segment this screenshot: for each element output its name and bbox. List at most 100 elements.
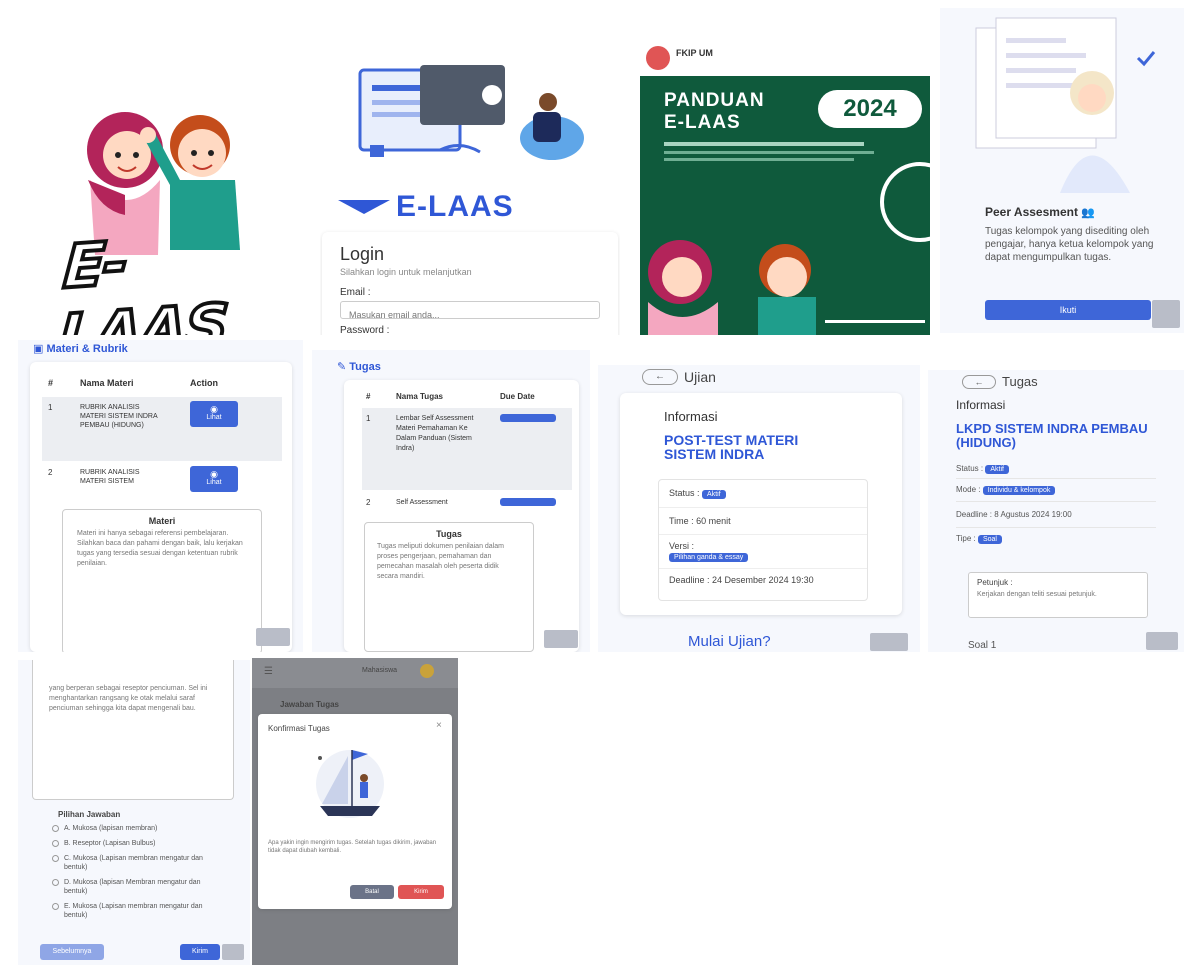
email-field[interactable]: Masukan email anda... bbox=[340, 301, 600, 320]
choice-radio[interactable] bbox=[52, 825, 59, 832]
scroll-top-button[interactable] bbox=[870, 633, 908, 651]
email-placeholder: Masukan email anda... bbox=[349, 310, 440, 320]
table-row: 2 RUBRIK ANALISIS MATERI SISTEM ◉ Lihat bbox=[42, 462, 282, 502]
materi-tile: ▣ Materi & Rubrik # Nama Materi Action 1… bbox=[18, 340, 303, 652]
login-brand-text: E-LAAS bbox=[396, 190, 514, 223]
logo-wordmark: E-LAAS bbox=[54, 226, 230, 335]
deadline-text: Deadline : 8 Agustus 2024 19:00 bbox=[956, 502, 1156, 528]
back-arrow-icon[interactable]: ← bbox=[962, 374, 996, 389]
choice-radio[interactable] bbox=[52, 855, 59, 862]
view-button[interactable]: ◉ Lihat bbox=[190, 466, 238, 492]
peer-join-button[interactable]: Ikuti bbox=[985, 300, 1151, 320]
peer-illustration bbox=[975, 17, 1156, 193]
graduation-cap-icon bbox=[338, 200, 390, 214]
choice-option[interactable]: A. Mukosa (lapisan membran) bbox=[52, 824, 222, 833]
choices-title: Pilihan Jawaban bbox=[58, 810, 121, 819]
materi-note: Materi Materi ini hanya sebagai referens… bbox=[62, 509, 262, 652]
tugas-note: Tugas Tugas meliputi dokumen penilaian d… bbox=[364, 522, 534, 652]
poster-institution: FKIP UM bbox=[676, 48, 713, 58]
modal-message: Apa yakin ingin mengirim tugas. Setelah … bbox=[268, 840, 437, 854]
passage-box: yang berperan sebagai reseptor penciuman… bbox=[32, 660, 234, 800]
scroll-top-button[interactable] bbox=[1152, 300, 1180, 328]
topbar: ☰ Mahasiswa bbox=[252, 658, 458, 688]
type-badge: Soal bbox=[977, 535, 1002, 544]
confirm-dialog-tile: ☰ Mahasiswa Jawaban Tugas Konfirmasi Tug… bbox=[252, 658, 458, 965]
table-row: 1 RUBRIK ANALISIS MATERI SISTEM INDRA PE… bbox=[42, 397, 282, 461]
col-name: Nama Materi bbox=[80, 378, 134, 388]
instruction-title: Petunjuk : bbox=[977, 578, 1013, 587]
eye-icon: ◉ bbox=[210, 404, 218, 414]
scroll-top-button[interactable] bbox=[544, 630, 578, 648]
poster-logo-icon bbox=[646, 46, 670, 70]
check-icon bbox=[1136, 51, 1156, 67]
table-row: 2 Self Assessment bbox=[362, 492, 572, 522]
col-action: Action bbox=[190, 378, 218, 388]
row-name: Lembar Self Assessment Materi Pemahaman … bbox=[396, 415, 474, 452]
status-label: Status : bbox=[956, 464, 984, 473]
ujian-card: Informasi POST-TEST MATERI SISTEM INDRA … bbox=[620, 393, 902, 615]
answer-tile: yang berperan sebagai reseptor penciuman… bbox=[18, 660, 250, 965]
deadline-text: Deadline : 24 Desember 2024 19:30 bbox=[669, 575, 814, 585]
start-exam-prompt[interactable]: Mulai Ujian? bbox=[688, 633, 771, 650]
tugas-list-tile: ✎ Tugas # Nama Tugas Due Date 1 Lembar S… bbox=[312, 350, 590, 652]
tugas-header-text: Tugas bbox=[349, 361, 381, 373]
col-due: Due Date bbox=[500, 392, 535, 401]
choices-list: A. Mukosa (lapisan membran) B. Reseptor … bbox=[52, 824, 222, 926]
login-subtitle: Silahkan login untuk melanjutkan bbox=[340, 267, 472, 277]
materi-header-text: Materi & Rubrik bbox=[46, 343, 128, 355]
tugas-detail-fields: Status : Aktif Mode : Individu & kelompo… bbox=[956, 460, 1156, 550]
eye-icon: ◉ bbox=[210, 469, 218, 479]
choice-radio[interactable] bbox=[52, 840, 59, 847]
view-button-label: Lihat bbox=[206, 479, 222, 486]
status-badge: Aktif bbox=[985, 465, 1009, 474]
choice-option[interactable]: E. Mukosa (Lapisan membran mengatur dan … bbox=[52, 902, 222, 920]
previous-button[interactable]: Sebelumnya bbox=[40, 944, 104, 960]
note-text: Materi ini hanya sebagai referensi pembe… bbox=[77, 530, 243, 567]
email-label: Email : bbox=[340, 287, 371, 298]
choice-radio[interactable] bbox=[52, 879, 59, 886]
status-badge: Aktif bbox=[702, 490, 726, 499]
confirm-button[interactable]: Kirim bbox=[398, 885, 444, 899]
background-title: Jawaban Tugas bbox=[280, 700, 339, 709]
materi-header: ▣ Materi & Rubrik bbox=[33, 342, 128, 355]
poster-kids-illustration bbox=[648, 240, 816, 335]
menu-icon[interactable]: ☰ bbox=[264, 666, 273, 677]
ujian-info-label: Informasi bbox=[664, 409, 718, 424]
peer-title-text: Peer Assesment bbox=[985, 205, 1078, 219]
note-text: Tugas meliputi dokumen penilaian dalam p… bbox=[377, 543, 504, 580]
password-label: Password : bbox=[340, 325, 390, 335]
col-no: # bbox=[48, 378, 54, 388]
scroll-top-button[interactable] bbox=[1146, 632, 1178, 650]
scroll-top-button[interactable] bbox=[222, 944, 244, 960]
ujian-back[interactable]: ← Ujian bbox=[642, 369, 716, 385]
book-icon: ▣ bbox=[33, 343, 44, 355]
pencil-icon: ✎ bbox=[337, 361, 347, 373]
row-no: 2 bbox=[48, 468, 53, 477]
choice-text: D. Mukosa (lapisan Membran mengatur dan … bbox=[64, 879, 201, 895]
confirm-modal: Konfirmasi Tugas × Apa yakin ingin mengi… bbox=[258, 714, 452, 909]
submit-button[interactable]: Kirim bbox=[180, 944, 220, 960]
instruction-text: Kerjakan dengan teliti sesuai petunjuk. bbox=[977, 591, 1097, 598]
back-arrow-icon[interactable]: ← bbox=[642, 369, 678, 385]
view-button[interactable]: ◉ Lihat bbox=[190, 401, 238, 427]
sailboat-illustration bbox=[316, 750, 384, 818]
materi-card: # Nama Materi Action 1 RUBRIK ANALISIS M… bbox=[30, 362, 292, 652]
tugas-back[interactable]: ← Tugas bbox=[962, 374, 1038, 389]
poster-title-1: PANDUAN bbox=[664, 90, 765, 111]
poster-subtitle-lines bbox=[664, 142, 884, 165]
choice-radio[interactable] bbox=[52, 903, 59, 910]
choice-option[interactable]: D. Mukosa (lapisan Membran mengatur dan … bbox=[52, 878, 222, 896]
cancel-button[interactable]: Batal bbox=[350, 885, 394, 899]
row-no: 1 bbox=[366, 414, 371, 423]
col-name: Nama Tugas bbox=[396, 392, 443, 401]
topbar-username: Mahasiswa bbox=[362, 667, 398, 674]
avatar[interactable] bbox=[420, 664, 434, 678]
choice-option[interactable]: C. Mukosa (Lapisan membran mengatur dan … bbox=[52, 854, 222, 872]
row-name: RUBRIK ANALISIS MATERI SISTEM INDRA PEMB… bbox=[80, 404, 158, 429]
peer-title: Peer Assesment 👥 bbox=[985, 205, 1095, 219]
choice-option[interactable]: B. Reseptor (Lapisan Bulbus) bbox=[52, 839, 222, 848]
scroll-top-button[interactable] bbox=[256, 628, 290, 646]
poster-year-badge: 2024 bbox=[818, 90, 922, 128]
close-icon[interactable]: × bbox=[436, 720, 442, 731]
status-label: Status : bbox=[669, 488, 700, 498]
